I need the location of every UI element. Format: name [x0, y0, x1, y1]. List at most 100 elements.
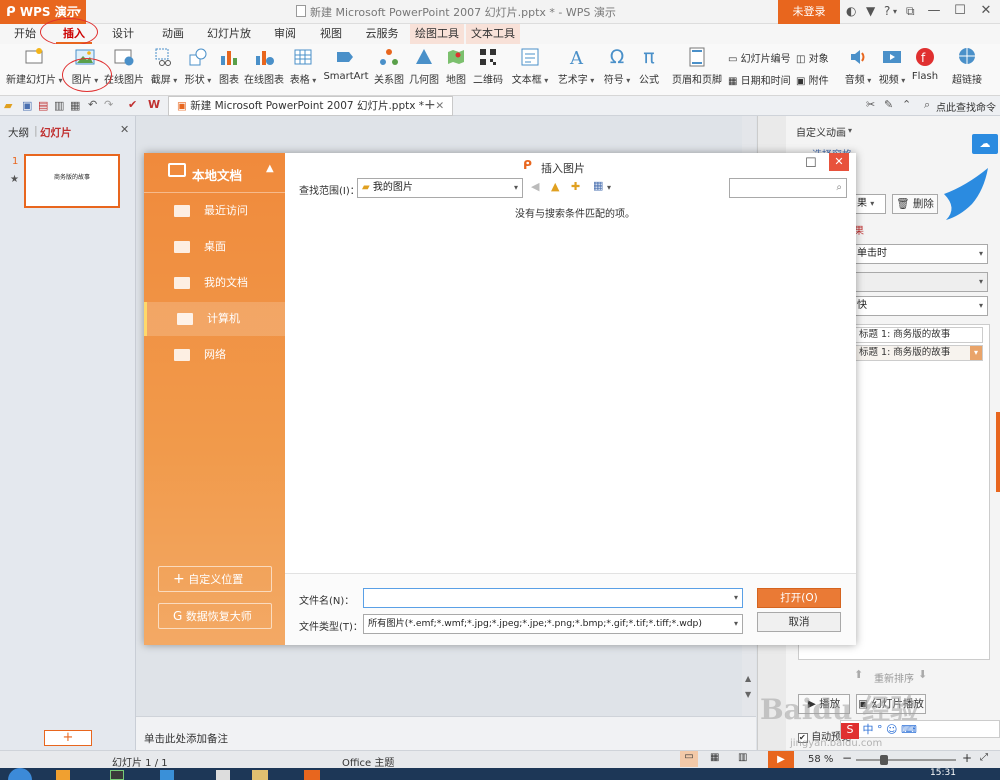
tab-text-tools[interactable]: 文本工具 [466, 24, 520, 44]
audio-button[interactable]: 音频 ▾ [842, 46, 874, 86]
tools-icon[interactable]: ✎ [884, 98, 893, 111]
animation-list-item[interactable]: 标题 1: 商务版的故事 [855, 327, 983, 343]
help-icon[interactable]: ? [884, 4, 890, 18]
sorter-view-icon[interactable]: ▦ [710, 752, 719, 763]
taskbar-app-icon[interactable] [110, 770, 124, 780]
qrcode-button[interactable]: 二维码 [472, 46, 504, 86]
taskbar-folder-icon[interactable] [252, 770, 268, 780]
filetype-dropdown[interactable]: 所有图片(*.emf;*.wmf;*.jpg;*.jpeg;*.jpe;*.pn… [363, 614, 743, 634]
view-menu-icon[interactable]: ▦ [593, 179, 603, 192]
pin-icon[interactable]: ✂ [866, 98, 875, 111]
maximize-button[interactable]: ☐ [946, 0, 974, 22]
online-chart-button[interactable]: 在线图表 [244, 46, 284, 86]
save-icon[interactable]: ▣ [22, 99, 32, 112]
taskbar-ie-icon[interactable] [160, 770, 174, 780]
zoom-in-button[interactable]: + [962, 751, 972, 765]
map-button[interactable]: 地图 [442, 46, 470, 86]
open-button[interactable]: 打开(O) [757, 588, 841, 608]
custom-location-button[interactable]: + 自定义位置 [158, 566, 272, 592]
taskbar-wps-icon[interactable] [304, 770, 320, 780]
sidebar-item-computer[interactable]: 计算机 [144, 302, 285, 336]
tab-cloud[interactable]: 云服务 [362, 24, 402, 44]
command-search[interactable]: 点此查找命令 [936, 99, 996, 114]
reading-view-icon[interactable]: ▥ [738, 752, 747, 763]
minimize-button[interactable]: — [920, 0, 948, 22]
print-icon[interactable]: ▥ [54, 99, 64, 112]
effect-change-dropdown[interactable]: 果 ▾ [852, 194, 886, 214]
tab-view[interactable]: 视图 [316, 24, 346, 44]
move-up-icon[interactable]: ⬆ [854, 668, 863, 681]
close-button[interactable]: ✕ [829, 153, 849, 171]
sidebar-item-recent[interactable]: 最近访问 [144, 194, 285, 228]
data-recovery-button[interactable]: G 数据恢复大师 [158, 603, 272, 629]
slide-number-button[interactable]: ▭ 幻灯片编号 [728, 50, 791, 65]
document-tab[interactable]: ▣ 新建 Microsoft PowerPoint 2007 幻灯片.pptx … [168, 96, 454, 116]
filename-input[interactable]: ▾ [363, 588, 743, 608]
close-tab-icon[interactable]: ✕ [435, 100, 444, 112]
header-footer-button[interactable]: 页眉和页脚 [672, 46, 722, 86]
skin-icon[interactable]: ◐ [846, 4, 856, 18]
sidebar-header[interactable]: 本地文档 ▲ [144, 153, 285, 193]
zoom-slider[interactable] [856, 755, 956, 765]
restore-ribbon-icon[interactable]: ⧉ [906, 4, 915, 19]
tab-home[interactable]: 开始 [10, 24, 40, 44]
smartart-button[interactable]: SmartArt [322, 46, 370, 82]
move-down-icon[interactable]: ⬇ [918, 668, 927, 681]
hyperlink-button[interactable]: 超链接 [950, 46, 984, 86]
up-folder-icon[interactable]: ▲ [551, 180, 559, 193]
zoom-out-button[interactable]: − [842, 751, 852, 765]
login-button[interactable]: 未登录 [778, 0, 840, 24]
delete-button[interactable]: 🗑 删除 [892, 194, 938, 214]
sidebar-item-network[interactable]: 网络 [144, 338, 285, 372]
formula-button[interactable]: π 公式 [636, 46, 662, 86]
ime-toolbar[interactable]: S 中 ° ☺ ⌨ [840, 720, 1000, 739]
fit-window-icon[interactable]: ⤢ [980, 752, 988, 763]
attachment-button[interactable]: ▣ 附件 [796, 72, 829, 87]
new-slide-button[interactable]: 新建幻灯片 ▾ [6, 46, 63, 86]
add-slide-button[interactable]: + [44, 730, 92, 746]
maximize-button[interactable]: ☐ [805, 156, 817, 171]
object-button[interactable]: ◫ 对象 [796, 50, 829, 65]
taskbar-app-icon[interactable] [56, 770, 70, 780]
taskbar-qq-icon[interactable] [216, 770, 230, 780]
video-button[interactable]: 视频 ▾ [876, 46, 908, 86]
wps-w-icon[interactable]: W [148, 98, 160, 111]
export-pdf-icon[interactable]: ▤ [38, 99, 48, 112]
screenshot-button[interactable]: 截屏 ▾ [148, 46, 180, 86]
zoom-slider-thumb[interactable] [880, 755, 888, 765]
tab-design[interactable]: 设计 [108, 24, 138, 44]
animation-list-item[interactable]: 标题 1: 商务版的故事 ▾ [855, 345, 983, 361]
slide-thumbnail[interactable]: 商务版的故事 [24, 154, 120, 208]
redo-icon[interactable]: ↷ [104, 98, 113, 111]
property-dropdown[interactable]: ▾ [852, 272, 988, 292]
tab-outline[interactable]: 大纲 [8, 125, 29, 140]
normal-view-icon[interactable]: ▭ [680, 751, 698, 767]
symbol-button[interactable]: Ω 符号 ▾ [602, 46, 632, 86]
look-in-dropdown[interactable]: ▰ 我的图片 ▾ [357, 178, 523, 198]
open-folder-icon[interactable]: ▰ [4, 99, 12, 112]
textbox-button[interactable]: 文本框 ▾ [510, 46, 550, 86]
pane-title[interactable]: 自定义动画 [796, 124, 846, 139]
file-list[interactable]: 没有与搜索条件匹配的项。 [285, 201, 856, 573]
chevron-down-icon[interactable]: ▾ [970, 346, 982, 360]
start-dropdown[interactable]: 单击时 ▾ [852, 244, 988, 264]
shapes-button[interactable]: 形状 ▾ [182, 46, 214, 86]
wordart-button[interactable]: A 艺术字 ▾ [556, 46, 596, 86]
cancel-button[interactable]: 取消 [757, 612, 841, 632]
print-preview-icon[interactable]: ▦ [70, 99, 80, 112]
sidebar-item-documents[interactable]: 我的文档 [144, 266, 285, 300]
close-pane-icon[interactable]: ✕ [120, 123, 129, 136]
close-button[interactable]: ✕ [972, 0, 1000, 22]
geometry-button[interactable]: 几何图 [408, 46, 440, 86]
datetime-button[interactable]: ▦ 日期和时间 [728, 72, 791, 87]
collapse-ribbon-icon[interactable]: ⌃ [902, 98, 911, 111]
sidebar-item-desktop[interactable]: 桌面 [144, 230, 285, 264]
new-folder-icon[interactable]: ✚ [571, 180, 580, 193]
back-icon[interactable]: ◀ [531, 180, 539, 193]
start-button[interactable] [8, 768, 32, 780]
customize-icon[interactable]: ✔ [128, 98, 137, 111]
scroll-down-icon[interactable]: ▼ [745, 690, 751, 699]
relation-chart-button[interactable]: 关系图 [372, 46, 406, 86]
new-tab-button[interactable]: + [424, 97, 436, 113]
notes-area[interactable]: 单击此处添加备注 [136, 716, 756, 750]
